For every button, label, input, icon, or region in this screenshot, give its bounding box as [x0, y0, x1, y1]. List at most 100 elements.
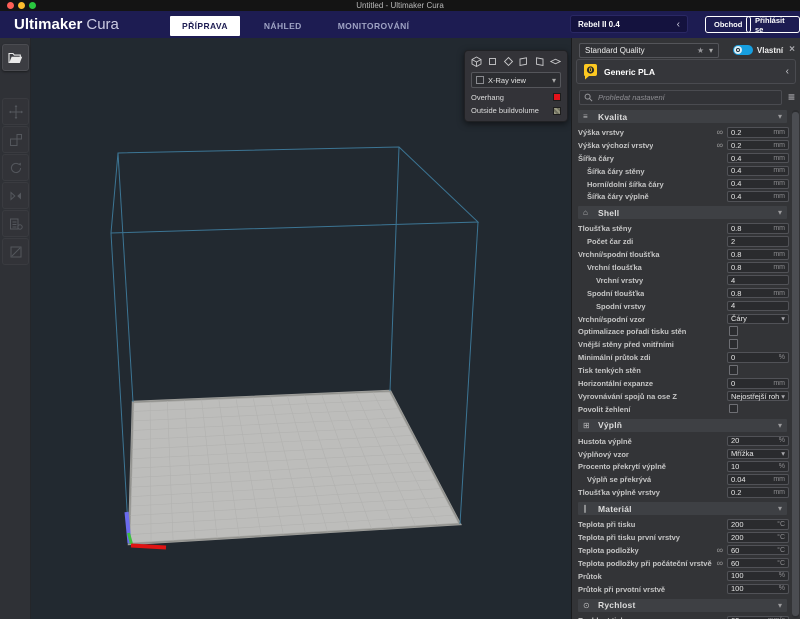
marketplace-button[interactable]: Obchod: [705, 16, 751, 33]
setting-value: 60: [731, 559, 739, 568]
setting-value-field[interactable]: 0mm: [727, 378, 789, 389]
setting-value-field[interactable]: 200°C: [727, 532, 789, 543]
view-3d-icon[interactable]: [471, 56, 482, 67]
setting-value-field[interactable]: 0.4mm: [727, 166, 789, 177]
tab-preview[interactable]: NÁHLED: [252, 16, 314, 36]
setting-value-field[interactable]: 200°C: [727, 519, 789, 530]
setting-value: 200: [731, 520, 744, 529]
setting-value-field[interactable]: 10%: [727, 461, 789, 472]
setting-label: Horní/dolní šířka čáry: [572, 180, 664, 189]
setting-value-field[interactable]: 0.2mm: [727, 127, 789, 138]
search-settings-input[interactable]: [596, 92, 777, 103]
open-folder-icon: [8, 52, 23, 64]
setting-label: Počet čar zdi: [572, 237, 633, 246]
setting-value-field[interactable]: 0.4mm: [727, 191, 789, 202]
setting-row: Teplota při tisku první vrstvy 200°C: [572, 531, 791, 544]
setting-value-field[interactable]: 60mm/s: [727, 616, 789, 619]
printer-name: Rebel II 0.4: [578, 20, 620, 29]
view-right-icon[interactable]: [534, 56, 545, 67]
chevron-left-icon: ‹: [786, 66, 789, 77]
setting-checkbox[interactable]: [729, 365, 739, 375]
setting-value-field[interactable]: 60°C: [727, 545, 789, 556]
setting-label: Vrchní vrstvy: [572, 276, 643, 285]
setting-unit: mm: [773, 251, 785, 258]
view-mode-dropdown[interactable]: X-Ray view ▾: [471, 72, 561, 88]
setting-value-field[interactable]: 4: [727, 301, 789, 312]
setting-value-field[interactable]: 0.8mm: [727, 223, 789, 234]
tab-monitor[interactable]: MONITOROVÁNÍ: [326, 16, 422, 36]
setting-value-field[interactable]: 0.2mm: [727, 140, 789, 151]
setting-value-field[interactable]: 0.4mm: [727, 179, 789, 190]
support-blocker-tool-button: [2, 238, 29, 265]
section-header-rychlost[interactable]: ⊙Rychlost▾: [578, 599, 787, 612]
setting-value-field[interactable]: 0.8mm: [727, 262, 789, 273]
left-toolbar: [0, 38, 31, 619]
settings-list: ≡Kvalita▾ Výška vrstvy∞0.2mmVýška výchozí…: [572, 107, 791, 619]
setting-dropdown[interactable]: Mřížka▾: [727, 449, 789, 460]
open-file-button[interactable]: [2, 44, 29, 71]
setting-label: Teplota při tisku: [572, 520, 635, 529]
setting-row: Výška vrstvy∞0.2mm: [572, 126, 791, 139]
setting-dropdown[interactable]: Nejostřejší roh▾: [727, 391, 789, 402]
printer-selector[interactable]: Rebel II 0.4 ‹: [570, 15, 688, 33]
setting-dropdown[interactable]: Čáry▾: [727, 314, 789, 325]
setting-unit: °C: [777, 534, 785, 541]
setting-value-field[interactable]: 100%: [727, 584, 789, 595]
section-header-vypln[interactable]: ⊞Výplň▾: [578, 419, 787, 432]
setting-row: Vrchní tloušťka0.8mm: [572, 261, 791, 274]
setting-row: Vrchní/spodní vzorČáry▾: [572, 313, 791, 326]
settings-menu-icon[interactable]: ≡: [788, 91, 795, 103]
setting-value: 0.4: [731, 192, 741, 201]
logo-product: Cura: [86, 16, 119, 33]
setting-value: 0.4: [731, 154, 741, 163]
setting-value-field[interactable]: 0.4mm: [727, 153, 789, 164]
setting-value-field[interactable]: 0.04mm: [727, 474, 789, 485]
setting-value-field[interactable]: 20%: [727, 436, 789, 447]
setting-value-field[interactable]: 0.2mm: [727, 487, 789, 498]
setting-row: Výška výchozí vrstvy∞0.2mm: [572, 139, 791, 152]
chevron-down-icon: ▾: [778, 112, 782, 121]
section-header-material[interactable]: ∥Materiál▾: [578, 502, 787, 515]
move-tool-button: [2, 98, 29, 125]
setting-row: Optimalizace pořadí tisku stěn: [572, 325, 791, 338]
setting-value-field[interactable]: 0.8mm: [727, 249, 789, 260]
setting-row: Tloušťka výplně vrstvy0.2mm: [572, 486, 791, 499]
setting-value-field[interactable]: 100%: [727, 571, 789, 582]
setting-value: 0.2: [731, 488, 741, 497]
setting-row: Tisk tenkých stěn: [572, 364, 791, 377]
minimize-window-button[interactable]: [18, 2, 25, 9]
custom-mode-toggle[interactable]: [733, 45, 753, 55]
viewport-3d[interactable]: [30, 38, 571, 619]
setting-value: 0.8: [731, 263, 741, 272]
setting-checkbox[interactable]: [729, 339, 739, 349]
close-window-button[interactable]: [7, 2, 14, 9]
setting-value-field[interactable]: 0%: [727, 352, 789, 363]
setting-value: 0: [731, 379, 735, 388]
setting-value-field[interactable]: 2: [727, 236, 789, 247]
section-header-shell[interactable]: ⌂Shell▾: [578, 206, 787, 219]
setting-checkbox[interactable]: [729, 404, 739, 414]
view-front-icon[interactable]: [487, 56, 498, 67]
close-panel-icon[interactable]: ×: [789, 45, 795, 55]
setting-label: Teplota při tisku první vrstvy: [572, 533, 680, 542]
zoom-window-button[interactable]: [29, 2, 36, 9]
tab-prepare[interactable]: PŘÍPRAVA: [170, 16, 240, 36]
scrollbar-thumb[interactable]: [792, 112, 799, 616]
view-left-icon[interactable]: [518, 56, 529, 67]
stage-tabs: PŘÍPRAVA NÁHLED MONITOROVÁNÍ: [170, 16, 421, 36]
chevron-down-icon: ▾: [781, 449, 785, 458]
setting-label: Šířka čáry: [572, 154, 614, 163]
setting-value-field[interactable]: 60°C: [727, 558, 789, 569]
profile-dropdown[interactable]: Standard Quality ★ ▾: [579, 43, 719, 58]
setting-value-field[interactable]: 4: [727, 275, 789, 286]
section-title: Shell: [598, 208, 619, 218]
sign-in-button[interactable]: Přihlásit se: [746, 16, 800, 33]
setting-value-field[interactable]: 0.8mm: [727, 288, 789, 299]
setting-checkbox[interactable]: [729, 326, 739, 336]
setting-row: Teplota při tisku 200°C: [572, 518, 791, 531]
section-header-kvalita[interactable]: ≡Kvalita▾: [578, 110, 787, 123]
setting-label: Průtok: [572, 572, 602, 581]
view-perspective-icon[interactable]: [550, 56, 561, 67]
view-top-icon[interactable]: [503, 56, 514, 67]
extruder-material-selector[interactable]: 0 Generic PLA ‹: [576, 59, 796, 84]
